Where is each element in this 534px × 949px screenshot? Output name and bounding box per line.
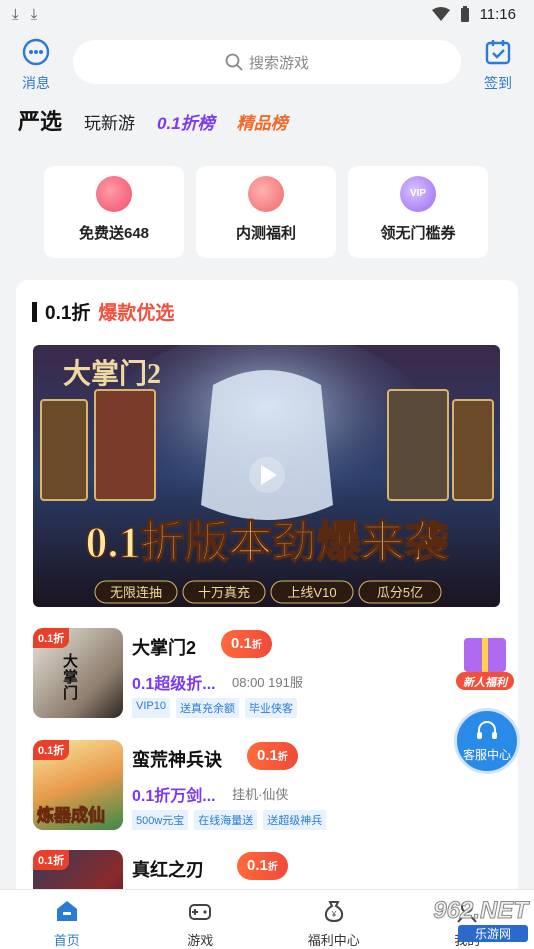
banner-chip: 无限连抽 — [110, 585, 162, 600]
site-watermark: 962.NET 乐游网 — [398, 897, 529, 943]
category-tabs: 严选 玩新游 0.1折榜 精品榜 — [18, 104, 288, 136]
game-name: 大掌门2 — [132, 638, 197, 658]
headset-icon — [477, 721, 497, 739]
thumb-title: 炼器成仙 — [37, 806, 106, 826]
perk-label: 领无门槛券 — [380, 225, 456, 242]
game-meta: 08:00 191服 — [232, 675, 303, 690]
game-list-item[interactable]: 0.1折 大掌门 大掌门2 0.1折 0.1超级折... 08:00 191服 … — [33, 628, 503, 720]
checkin-label: 签到 — [484, 75, 512, 91]
customer-service-label: 客服中心 — [462, 748, 511, 762]
svg-text:¥: ¥ — [331, 910, 337, 919]
game-tag: VIP10 — [132, 698, 170, 718]
game-tag: 送超级神兵 — [263, 810, 327, 830]
discount-badge: 0.1折 — [221, 630, 272, 658]
featured-card: 0.1折 爆款优选 大掌门2 0.1折版本劲爆来袭 无限连抽 十万真充 上线V1… — [16, 280, 518, 920]
game-subtitle: 0.1折万剑... — [132, 788, 216, 805]
thumb-title: 大掌门 — [63, 654, 79, 702]
nav-welfare-center[interactable]: ¥ 福利中心 — [267, 890, 401, 949]
tab-discount-rank[interactable]: 0.1折榜 — [157, 109, 215, 134]
game-tags: VIP10 送真充余额 毕业侠客 — [132, 698, 297, 718]
search-placeholder: 搜索游戏 — [248, 54, 309, 72]
nav-label: 游戏 — [187, 933, 214, 948]
game-tag: 500w元宝 — [132, 810, 189, 830]
banner-art: 大掌门2 0.1折版本劲爆来袭 无限连抽 十万真充 上线V10 瓜分5亿 — [33, 345, 500, 607]
clock: 11:16 — [479, 5, 516, 23]
game-meta: 挂机·仙侠 — [232, 787, 289, 802]
banner-chip: 十万真充 — [198, 585, 250, 600]
nav-label: 首页 — [53, 933, 80, 948]
newbie-gift-button[interactable]: 新人福利 — [450, 628, 520, 694]
perk-free-648[interactable]: 免费送648 — [44, 166, 184, 258]
customer-service-button[interactable]: 客服中心 — [454, 708, 520, 774]
tab-premium-rank[interactable]: 精品榜 — [237, 109, 288, 134]
tab-new-games[interactable]: 玩新游 — [84, 109, 135, 134]
game-subtitle: 0.1超级折... — [132, 676, 216, 693]
perk-beta-welfare[interactable]: 内测福利 — [196, 166, 336, 258]
battery-icon — [460, 6, 469, 22]
game-name: 蛮荒神兵诀 — [132, 750, 222, 770]
perk-row: 免费送648 内测福利 VIP 领无门槛券 — [44, 166, 488, 258]
checkin-button[interactable]: 签到 — [470, 36, 526, 93]
promo-video-banner[interactable]: 大掌门2 0.1折版本劲爆来袭 无限连抽 十万真充 上线V10 瓜分5亿 — [33, 345, 500, 607]
perk-coupon[interactable]: VIP 领无门槛券 — [348, 166, 488, 258]
status-bar: ⤓ ⤓ 11:16 — [0, 0, 534, 28]
perk-label: 内测福利 — [235, 225, 296, 242]
game-name: 真红之刃 — [132, 860, 204, 880]
game-thumbnail: 0.1折 炼器成仙 — [33, 740, 123, 830]
section-title-hot: 爆款优选 — [98, 303, 175, 324]
gamepad-icon — [189, 904, 212, 920]
thumb-discount-badge: 0.1折 — [33, 628, 70, 648]
money-bag-icon: ¥ — [324, 901, 343, 923]
perk-label: 免费送648 — [78, 225, 150, 242]
download-icon: ⤓ — [12, 5, 19, 23]
discount-badge: 0.1折 — [247, 742, 298, 770]
top-bar: 消息 搜索游戏 签到 — [0, 36, 534, 93]
nav-games[interactable]: 游戏 — [134, 890, 268, 949]
game-tag: 送真充余额 — [175, 698, 239, 718]
flame-icon — [96, 176, 132, 212]
home-icon — [56, 901, 77, 921]
messages-label: 消息 — [22, 75, 50, 91]
watermark-sub: 乐游网 — [458, 925, 528, 942]
watermark-main: 962.NET — [433, 897, 529, 925]
search-input[interactable]: 搜索游戏 — [73, 40, 461, 84]
game-thumbnail: 0.1折 大掌门 — [33, 628, 123, 718]
game-tag: 在线海量送 — [194, 810, 258, 830]
nav-label: 福利中心 — [307, 933, 360, 948]
thumb-discount-badge: 0.1折 — [33, 850, 70, 870]
tab-selected[interactable]: 严选 — [18, 104, 62, 136]
title-bar — [32, 301, 37, 322]
section-title-main: 0.1折 — [45, 303, 91, 324]
banner-headline: 0.1折版本劲爆来袭 — [86, 518, 450, 567]
game-list-item[interactable]: 0.1折 炼器成仙 蛮荒神兵诀 0.1折 0.1折万剑... 挂机·仙侠 500… — [33, 740, 503, 832]
wifi-icon — [431, 7, 450, 21]
gift-box-icon — [248, 176, 284, 212]
discount-badge: 0.1折 — [237, 852, 288, 880]
thumb-discount-badge: 0.1折 — [33, 740, 70, 760]
chat-icon — [22, 38, 50, 66]
download-icon: ⤓ — [30, 5, 38, 23]
section-title: 0.1折 爆款优选 — [32, 298, 174, 325]
game-tag: 毕业侠客 — [244, 698, 297, 718]
vip-coupon-icon: VIP — [400, 176, 436, 212]
banner-logo: 大掌门2 — [63, 358, 161, 390]
banner-chip: 瓜分5亿 — [377, 585, 423, 600]
messages-button[interactable]: 消息 — [8, 36, 64, 93]
game-tags: 500w元宝 在线海量送 送超级神兵 — [132, 810, 327, 830]
nav-home[interactable]: 首页 — [0, 890, 134, 949]
search-icon — [225, 53, 243, 71]
calendar-check-icon — [485, 40, 511, 65]
newbie-gift-label: 新人福利 — [463, 677, 507, 689]
banner-chip: 上线V10 — [287, 585, 336, 600]
